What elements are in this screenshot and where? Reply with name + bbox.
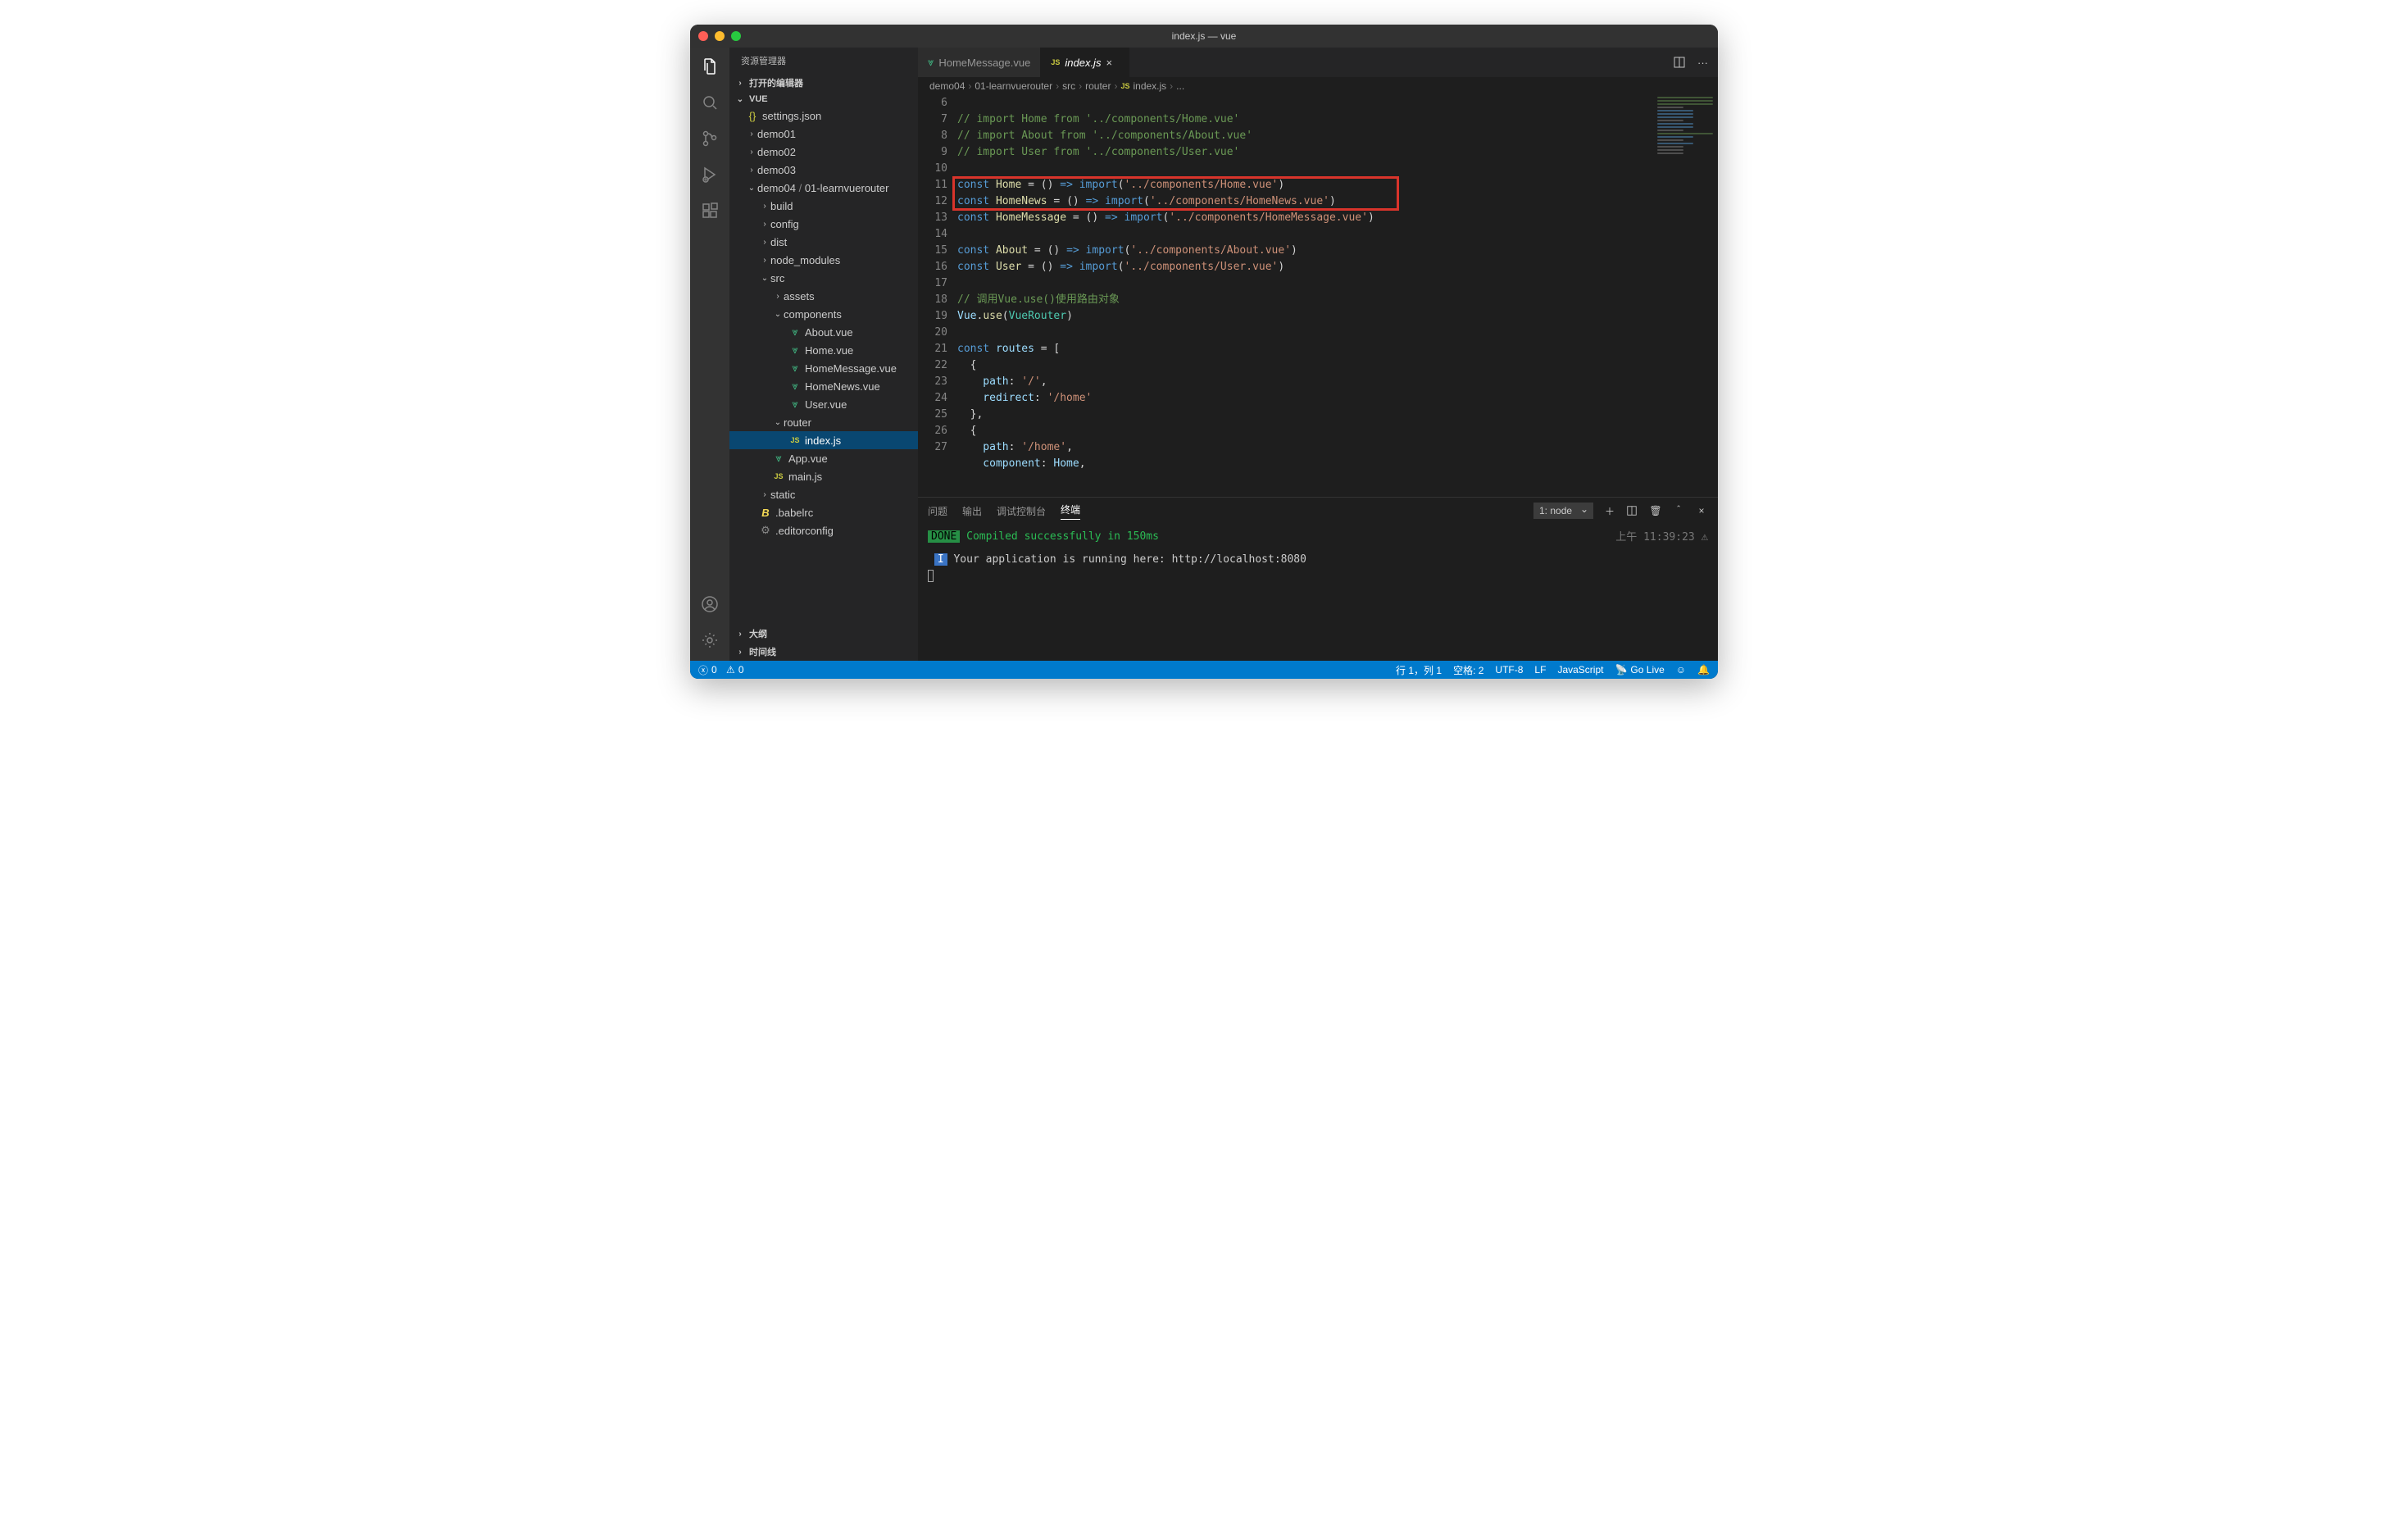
panel-tabs: 问题 输出 调试控制台 终端 1: node ＋ 🗑 ＾ × — [918, 498, 1718, 524]
code-content[interactable]: // import Home from '../components/Home.… — [957, 95, 1718, 497]
tree-folder-demo01[interactable]: ›demo01 — [729, 125, 918, 143]
status-bell-icon[interactable]: 🔔 — [1697, 664, 1710, 676]
bottom-panel: 问题 输出 调试控制台 终端 1: node ＋ 🗑 ＾ × DONE Comp… — [918, 497, 1718, 661]
minimize-window-button[interactable] — [715, 31, 725, 41]
tab-homemessage[interactable]: ⩔HomeMessage.vue — [918, 48, 1041, 77]
explorer-sidebar: 资源管理器 ›打开的编辑器 ⌄VUE {}settings.json ›demo… — [729, 48, 918, 661]
folder-section[interactable]: ⌄VUE — [729, 92, 918, 107]
tree-file-home-vue[interactable]: ⩔Home.vue — [729, 341, 918, 359]
line-gutter: 6789101112131415161718192021222324252627 — [918, 95, 957, 497]
terminal-output[interactable]: DONE Compiled successfully in 150ms上午 11… — [918, 524, 1718, 661]
window-title: index.js — vue — [690, 30, 1718, 42]
panel-tab-problems[interactable]: 问题 — [928, 504, 947, 518]
tree-folder-build[interactable]: ›build — [729, 197, 918, 215]
sidebar-title: 资源管理器 — [729, 48, 918, 74]
explorer-icon[interactable] — [699, 56, 720, 77]
titlebar: index.js — vue — [690, 25, 1718, 48]
maximize-panel-icon[interactable]: ＾ — [1672, 504, 1685, 518]
tree-folder-demo03[interactable]: ›demo03 — [729, 161, 918, 179]
tree-file-app-vue[interactable]: ⩔App.vue — [729, 449, 918, 467]
status-encoding[interactable]: UTF-8 — [1495, 664, 1523, 676]
kill-terminal-icon[interactable]: 🗑 — [1649, 505, 1662, 516]
tree-file-homenews-vue[interactable]: ⩔HomeNews.vue — [729, 377, 918, 395]
new-terminal-icon[interactable]: ＋ — [1603, 504, 1616, 518]
broadcast-icon: 📡 — [1615, 664, 1627, 676]
tree-file-user-vue[interactable]: ⩔User.vue — [729, 395, 918, 413]
tree-file-homemessage-vue[interactable]: ⩔HomeMessage.vue — [729, 359, 918, 377]
tree-folder-src[interactable]: ⌄src — [729, 269, 918, 287]
more-actions-icon[interactable]: ··· — [1697, 57, 1708, 69]
status-go-live[interactable]: 📡Go Live — [1615, 664, 1664, 676]
warning-icon: ⚠ — [1702, 529, 1708, 545]
panel-tab-debug[interactable]: 调试控制台 — [997, 504, 1046, 518]
accounts-icon[interactable] — [699, 594, 720, 615]
terminal-cursor — [928, 570, 934, 582]
tab-index-js[interactable]: JSindex.js× — [1041, 48, 1129, 77]
settings-gear-icon[interactable] — [699, 630, 720, 651]
activity-bar — [690, 48, 729, 661]
maximize-window-button[interactable] — [731, 31, 741, 41]
tree-folder-demo04[interactable]: ⌄demo04 / 01-learnvuerouter — [729, 179, 918, 197]
split-terminal-icon[interactable] — [1626, 505, 1639, 516]
run-debug-icon[interactable] — [699, 164, 720, 185]
open-editors-section[interactable]: ›打开的编辑器 — [729, 74, 918, 92]
tree-file-main-js[interactable]: JSmain.js — [729, 467, 918, 485]
tree-folder-node-modules[interactable]: ›node_modules — [729, 251, 918, 269]
timeline-section[interactable]: ›时间线 — [729, 643, 918, 661]
tree-file-settings[interactable]: {}settings.json — [729, 107, 918, 125]
warning-icon: ⚠ — [726, 664, 735, 676]
file-tree: {}settings.json ›demo01 ›demo02 ›demo03 … — [729, 107, 918, 625]
close-panel-icon[interactable]: × — [1695, 505, 1708, 516]
outline-section[interactable]: ›大纲 — [729, 625, 918, 643]
tree-file-about-vue[interactable]: ⩔About.vue — [729, 323, 918, 341]
code-editor[interactable]: 6789101112131415161718192021222324252627… — [918, 95, 1718, 497]
status-ln-col[interactable]: 行 1，列 1 — [1396, 663, 1442, 677]
status-eol[interactable]: LF — [1534, 664, 1546, 676]
tree-folder-dist[interactable]: ›dist — [729, 233, 918, 251]
error-icon: ⓧ — [698, 663, 708, 677]
close-tab-icon[interactable]: × — [1106, 57, 1119, 69]
tree-folder-components[interactable]: ⌄components — [729, 305, 918, 323]
tree-folder-demo02[interactable]: ›demo02 — [729, 143, 918, 161]
panel-tab-terminal[interactable]: 终端 — [1061, 503, 1080, 520]
editor-group: ⩔HomeMessage.vue JSindex.js× ··· demo04›… — [918, 48, 1718, 661]
extensions-icon[interactable] — [699, 200, 720, 221]
status-language[interactable]: JavaScript — [1557, 664, 1603, 676]
tree-file-index-js[interactable]: JSindex.js — [729, 431, 918, 449]
tree-folder-router[interactable]: ⌄router — [729, 413, 918, 431]
status-bar: ⓧ0 ⚠0 行 1，列 1 空格: 2 UTF-8 LF JavaScript … — [690, 661, 1718, 679]
source-control-icon[interactable] — [699, 128, 720, 149]
status-feedback-icon[interactable]: ☺ — [1676, 664, 1686, 676]
terminal-selector[interactable]: 1: node — [1533, 503, 1593, 519]
panel-tab-output[interactable]: 输出 — [962, 504, 982, 518]
tree-folder-config[interactable]: ›config — [729, 215, 918, 233]
split-editor-icon[interactable] — [1673, 56, 1686, 69]
tree-file-editorconfig[interactable]: ⚙.editorconfig — [729, 521, 918, 539]
tree-file-babelrc[interactable]: B.babelrc — [729, 503, 918, 521]
close-window-button[interactable] — [698, 31, 708, 41]
tree-folder-assets[interactable]: ›assets — [729, 287, 918, 305]
tree-folder-static[interactable]: ›static — [729, 485, 918, 503]
window-controls — [698, 31, 741, 41]
search-icon[interactable] — [699, 92, 720, 113]
vscode-window: index.js — vue — [690, 25, 1718, 679]
status-spaces[interactable]: 空格: 2 — [1453, 663, 1483, 677]
minimap[interactable] — [1652, 95, 1718, 243]
editor-tabs: ⩔HomeMessage.vue JSindex.js× ··· — [918, 48, 1718, 77]
status-errors[interactable]: ⓧ0 ⚠0 — [698, 663, 744, 677]
breadcrumb[interactable]: demo04› 01-learnvuerouter› src› router› … — [918, 77, 1718, 95]
